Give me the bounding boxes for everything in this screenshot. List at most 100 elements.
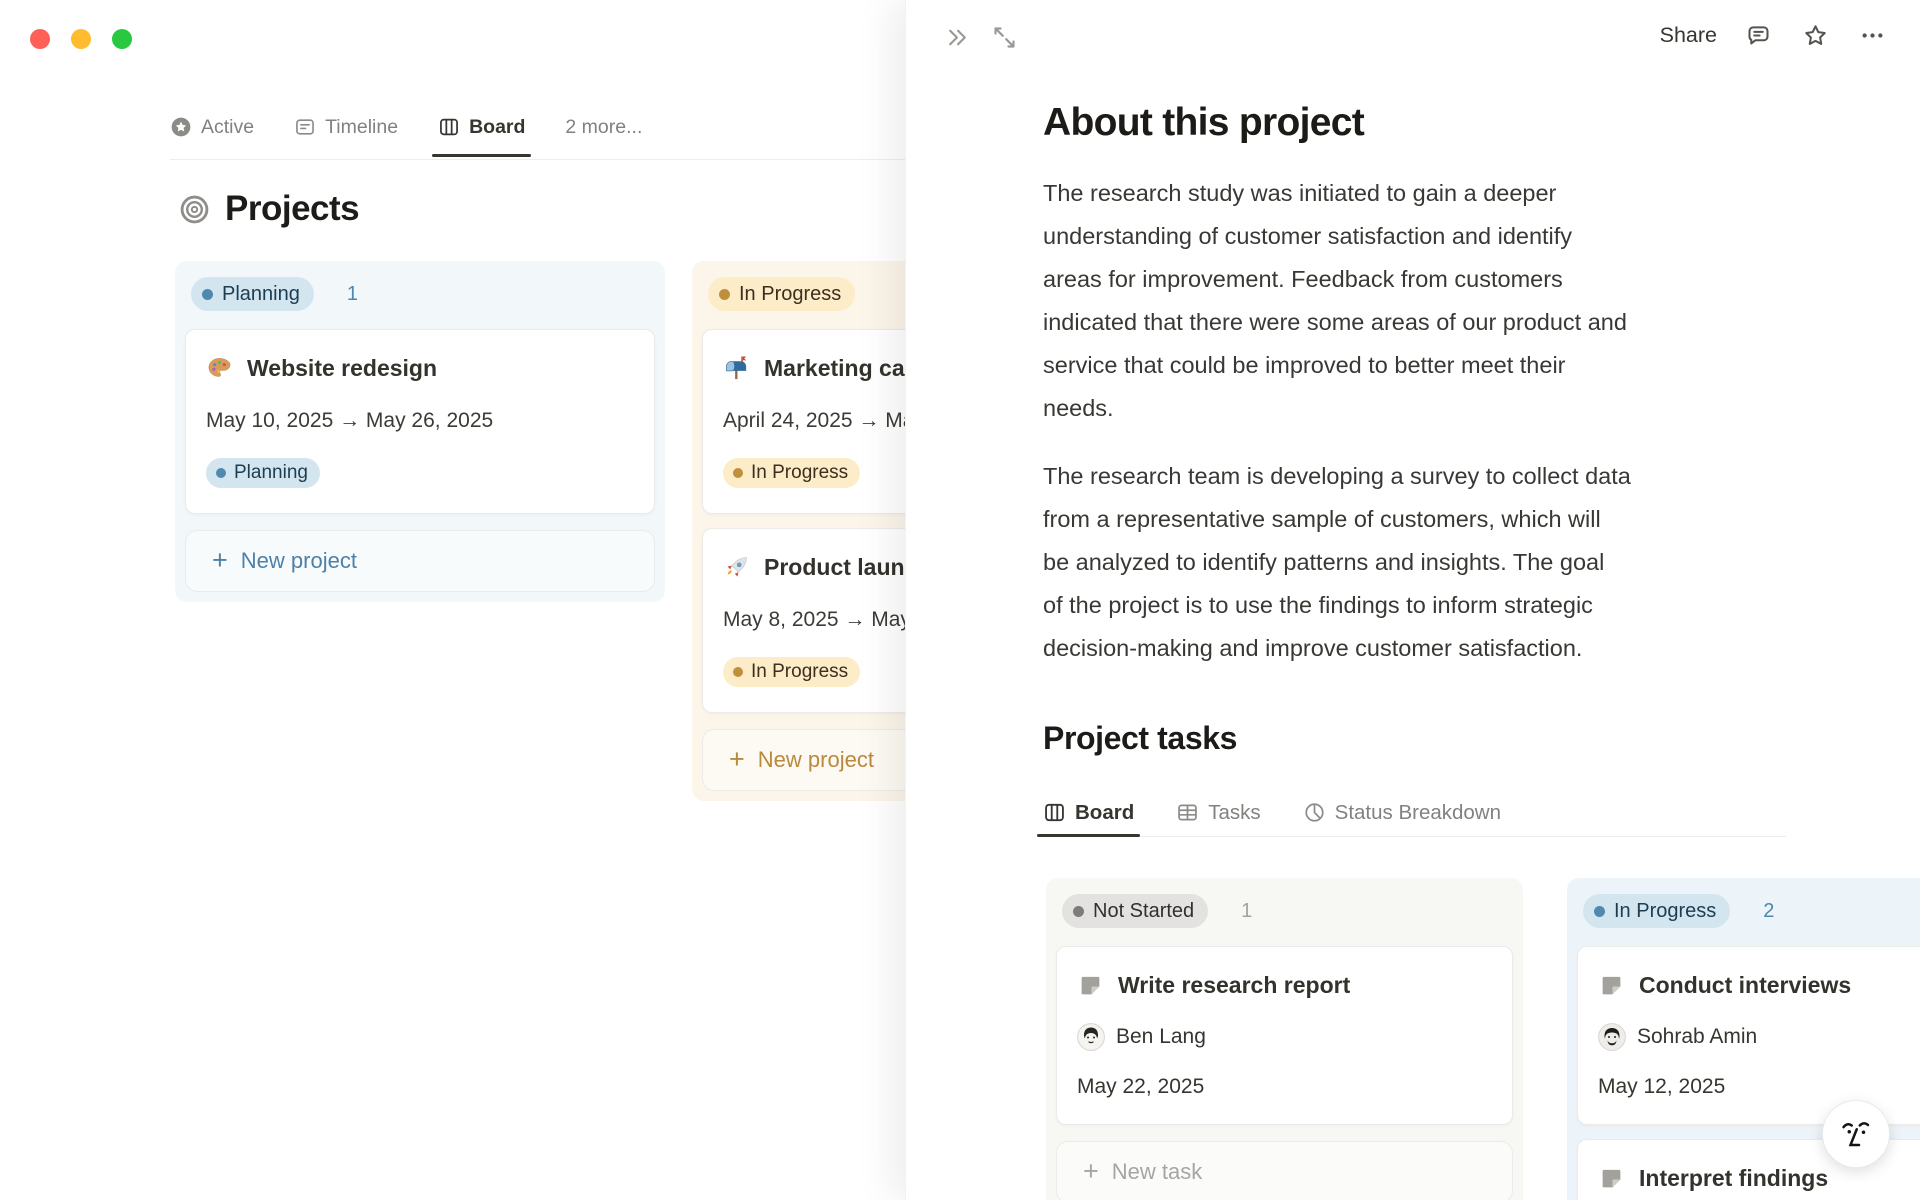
palette-icon: [206, 355, 233, 382]
column-status-pill[interactable]: In Progress: [708, 277, 856, 311]
kanban-column-not-started: Not Started 1 Write research report Ben Lan…: [1046, 878, 1523, 1200]
board-icon: [1043, 801, 1066, 824]
view-tab-tasks[interactable]: Tasks: [1176, 800, 1261, 825]
window-controls: [30, 29, 132, 49]
card-status-label: Planning: [234, 462, 308, 483]
rocket-icon: [723, 554, 750, 581]
new-project-label: New project: [757, 747, 874, 772]
section-heading-about: About this project: [1043, 101, 1365, 144]
pie-icon: [1303, 801, 1326, 824]
tasks-board: Not Started 1 Write research report Ben Lan…: [1046, 878, 1920, 1200]
expand-icon: [991, 24, 1018, 51]
column-status-pill[interactable]: Not Started: [1062, 894, 1209, 928]
column-status-label: Planning: [222, 282, 300, 305]
status-dot: [733, 667, 743, 677]
notion-ai-button[interactable]: [1822, 1100, 1890, 1168]
peek-toolbar-left: [942, 22, 1020, 53]
note-icon: [1598, 972, 1625, 999]
view-tab-label: 2 more...: [565, 115, 643, 138]
double-chevron-right-icon: [944, 24, 971, 51]
status-dot: [202, 288, 213, 300]
assignee-name: Sohrab Amin: [1637, 1025, 1758, 1048]
status-dot: [1594, 905, 1605, 917]
target-icon[interactable]: [179, 194, 210, 225]
avatar-ben: [1077, 1023, 1105, 1051]
view-tab-board[interactable]: Board: [432, 115, 532, 157]
kanban-column-planning: Planning 1 Website redesign May 10, 2025 → …: [175, 261, 665, 602]
avatar-sohrab: [1598, 1023, 1626, 1051]
about-paragraph-1: The research study was initiated to gain…: [1043, 180, 1627, 421]
board-icon: [438, 116, 460, 138]
card-status-tag: In Progress: [723, 657, 861, 687]
tasks-view-tabs: Board Tasks Status Breakdown: [1036, 789, 1786, 837]
new-project-button[interactable]: + New project: [185, 530, 655, 592]
card-status-label: In Progress: [751, 661, 849, 682]
about-paragraph-2: The research team is developing a survey…: [1043, 463, 1631, 661]
timeline-icon: [294, 116, 316, 138]
view-tab-label: Tasks: [1208, 800, 1261, 824]
card-title: Website redesign: [247, 355, 438, 381]
side-peek-panel: Share About this project The research st…: [905, 0, 1920, 1200]
note-icon: [1077, 972, 1104, 999]
card-title: Write research report: [1118, 972, 1351, 998]
window-minimize-button[interactable]: [71, 29, 91, 49]
card-title: Interpret findings: [1639, 1165, 1829, 1191]
tabs-divider: [170, 159, 905, 160]
page-title: Projects: [225, 189, 360, 228]
column-count: 1: [346, 282, 358, 305]
card-status-tag: Planning: [206, 458, 320, 488]
plus-icon: +: [1083, 1155, 1099, 1186]
task-card[interactable]: Write research report Ben Lang May 22, 202…: [1056, 946, 1513, 1125]
table-icon: [1176, 801, 1199, 824]
column-status-label: In Progress: [1614, 899, 1717, 922]
column-count: 2: [1763, 899, 1775, 922]
plus-icon: +: [729, 743, 745, 774]
card-due-date: May 12, 2025: [1598, 1075, 1726, 1098]
card-dates: May 10, 2025 → May 26, 2025: [206, 409, 494, 432]
window-zoom-button[interactable]: [112, 29, 132, 49]
new-task-button[interactable]: + New task: [1056, 1141, 1513, 1200]
column-status-label: In Progress: [739, 282, 842, 305]
view-tab-label: Board: [469, 115, 526, 138]
column-status-label: Not Started: [1093, 899, 1195, 922]
plus-icon: +: [212, 544, 228, 575]
mailbox-icon: [723, 355, 750, 382]
column-header: In Progress 2: [1577, 888, 1920, 932]
card-title-row: Interpret findings: [1598, 1165, 1920, 1192]
view-tab-timeline[interactable]: Timeline: [294, 116, 398, 139]
status-dot: [719, 288, 730, 300]
card-title-row: Website redesign: [206, 355, 634, 382]
view-tab-label: Active: [201, 115, 255, 138]
new-project-label: New project: [240, 548, 357, 573]
column-header: Not Started 1: [1056, 888, 1513, 932]
view-tab-status-breakdown[interactable]: Status Breakdown: [1303, 801, 1501, 825]
view-tab-label: Timeline: [325, 115, 399, 138]
view-tab-board[interactable]: Board: [1036, 801, 1141, 837]
open-full-page-button[interactable]: [989, 22, 1020, 53]
card-assignee: Ben Lang: [1077, 1023, 1492, 1051]
page-content: About this project The research study wa…: [1036, 0, 1873, 837]
close-peek-button[interactable]: [942, 22, 973, 53]
column-count: 1: [1241, 899, 1253, 922]
column-status-pill[interactable]: In Progress: [1583, 894, 1731, 928]
star-badge-icon: [170, 116, 192, 138]
status-dot: [1073, 905, 1084, 917]
status-dot: [733, 468, 743, 478]
page-header: Projects: [179, 189, 360, 229]
card-title-row: Conduct interviews: [1598, 972, 1920, 999]
task-card[interactable]: Conduct interviews Sohrab Amin May 12, 202…: [1577, 946, 1920, 1125]
card-assignee: Sohrab Amin: [1598, 1023, 1920, 1051]
view-tab-label: Status Breakdown: [1334, 800, 1502, 824]
new-task-label: New task: [1111, 1159, 1203, 1184]
card-status-label: In Progress: [751, 462, 849, 483]
card-due-date: May 22, 2025: [1077, 1075, 1205, 1098]
card-title: Conduct interviews: [1639, 972, 1852, 998]
card-status-tag: In Progress: [723, 458, 861, 488]
view-tab-active[interactable]: Active: [170, 116, 254, 139]
card-title-row: Write research report: [1077, 972, 1492, 999]
status-dot: [216, 468, 226, 478]
view-tab-2-more[interactable]: 2 more...: [565, 116, 642, 139]
column-status-pill[interactable]: Planning: [191, 277, 314, 311]
window-close-button[interactable]: [30, 29, 50, 49]
project-card[interactable]: Website redesign May 10, 2025 → May 26, 2…: [185, 329, 655, 514]
